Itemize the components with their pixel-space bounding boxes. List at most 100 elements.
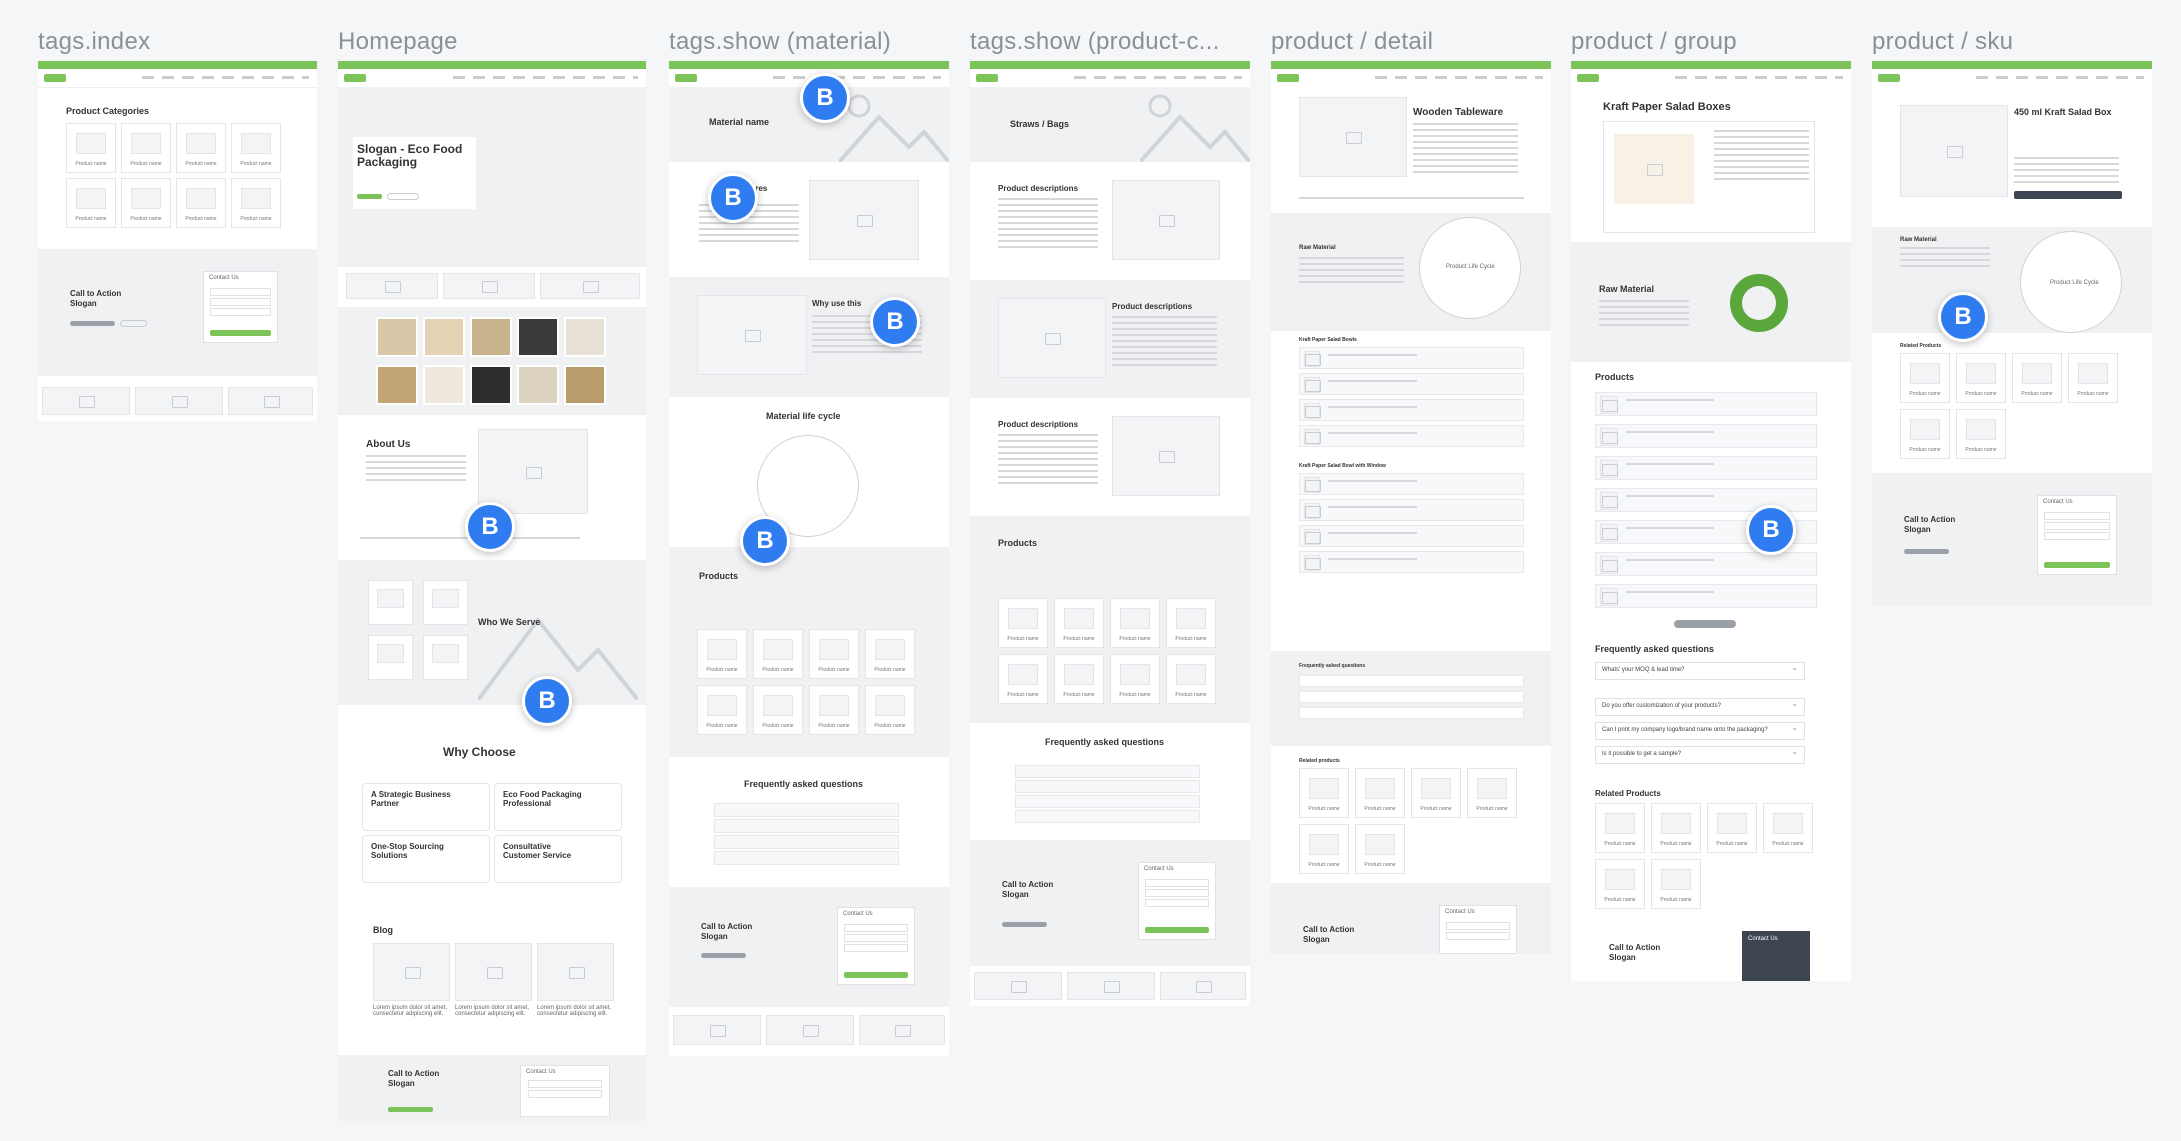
product-row[interactable] — [1299, 525, 1524, 547]
faq-item[interactable]: Whats' your MOQ & lead time? — [1595, 662, 1805, 680]
highlight-tile[interactable] — [540, 273, 640, 299]
gallery-photo[interactable] — [376, 317, 418, 357]
faq-item[interactable] — [1015, 780, 1200, 793]
load-more-button[interactable] — [1674, 620, 1736, 628]
segment-card[interactable] — [368, 580, 413, 625]
nav-links[interactable] — [453, 76, 638, 79]
footer-tile[interactable] — [974, 972, 1062, 1000]
segment-card[interactable] — [368, 635, 413, 680]
frame-product-sku[interactable]: 450 ml Kraft Salad Box Raw Material Prod… — [1872, 61, 2152, 606]
footer-tile[interactable] — [673, 1015, 761, 1045]
contact-form[interactable]: Contact Us — [2037, 495, 2117, 575]
faq-item[interactable]: Do you offer customization of your produ… — [1595, 698, 1805, 716]
nav-links[interactable] — [773, 76, 941, 79]
footer-tile[interactable] — [1160, 972, 1246, 1000]
gallery-photo[interactable] — [376, 365, 418, 405]
product-row[interactable] — [1299, 425, 1524, 447]
category-card[interactable]: Product name — [231, 178, 281, 228]
submit-button[interactable] — [1145, 927, 1209, 933]
product-card[interactable]: Product name — [697, 629, 747, 679]
product-card[interactable]: Product name — [1707, 803, 1757, 853]
bookmark-badge[interactable]: B — [522, 676, 572, 726]
faq-item[interactable] — [1299, 675, 1524, 687]
product-row[interactable] — [1299, 551, 1524, 573]
faq-item[interactable]: Can I print my company logo/brand name o… — [1595, 722, 1805, 740]
faq-item[interactable] — [1015, 810, 1200, 823]
frame-homepage[interactable]: Slogan - Eco Food Packaging About Us Who… — [338, 61, 646, 1121]
cta-primary-button[interactable] — [1904, 549, 1949, 554]
faq-item[interactable] — [1015, 765, 1200, 778]
product-row[interactable] — [1595, 424, 1817, 448]
product-card[interactable]: Product name — [2068, 353, 2118, 403]
product-card[interactable]: Product name — [753, 629, 803, 679]
logo[interactable] — [344, 74, 366, 82]
product-card[interactable]: Product name — [1110, 654, 1160, 704]
product-card[interactable]: Product name — [1651, 803, 1701, 853]
nav-bar[interactable] — [1872, 69, 2152, 88]
product-card[interactable]: Product name — [1110, 598, 1160, 648]
gallery-photo[interactable] — [470, 365, 512, 405]
logo[interactable] — [1277, 74, 1299, 82]
product-card[interactable]: Product name — [998, 654, 1048, 704]
gallery-photo[interactable] — [423, 365, 465, 405]
faq-item[interactable] — [714, 803, 899, 817]
bookmark-badge[interactable]: B — [870, 297, 920, 347]
product-row[interactable] — [1299, 373, 1524, 395]
bookmark-badge[interactable]: B — [740, 516, 790, 566]
nav-links[interactable] — [1976, 76, 2144, 79]
cta-primary-button[interactable] — [1002, 922, 1047, 927]
product-card[interactable]: Product name — [1411, 768, 1461, 818]
product-card[interactable]: Product name — [2012, 353, 2062, 403]
product-card[interactable]: Product name — [1054, 654, 1104, 704]
logo[interactable] — [675, 74, 697, 82]
product-card[interactable]: Product name — [1467, 768, 1517, 818]
product-row[interactable] — [1595, 552, 1817, 576]
logo[interactable] — [976, 74, 998, 82]
faq-item[interactable] — [1299, 707, 1524, 719]
footer-tile[interactable] — [135, 387, 223, 415]
blog-image[interactable] — [455, 943, 532, 1001]
product-card[interactable]: Product name — [1299, 824, 1349, 874]
footer-tile[interactable] — [42, 387, 130, 415]
product-card[interactable]: Product name — [1900, 353, 1950, 403]
product-card[interactable]: Product name — [1956, 409, 2006, 459]
faq-item[interactable] — [1015, 795, 1200, 808]
nav-links[interactable] — [1375, 76, 1543, 79]
gallery-photo[interactable] — [564, 317, 606, 357]
product-card[interactable]: Product name — [1299, 768, 1349, 818]
frame-tags-show-product[interactable]: Straws / Bags Product descriptions Produ… — [970, 61, 1250, 1006]
bookmark-badge[interactable]: B — [708, 173, 758, 223]
contact-form[interactable]: Contact Us — [1138, 862, 1216, 940]
submit-button[interactable] — [844, 972, 908, 978]
product-card[interactable]: Product name — [865, 685, 915, 735]
product-card[interactable]: Product name — [753, 685, 803, 735]
submit-button[interactable] — [209, 330, 272, 336]
bookmark-badge[interactable]: B — [1746, 505, 1796, 555]
category-card[interactable]: Product name — [66, 123, 116, 173]
bookmark-badge[interactable]: B — [800, 73, 850, 123]
contact-form[interactable]: Contact Us — [203, 271, 278, 343]
frame-product-detail[interactable]: Wooden Tableware Raw Material Product Li… — [1271, 61, 1551, 954]
faq-item[interactable] — [714, 835, 899, 849]
gallery-photo[interactable] — [517, 365, 559, 405]
contact-form[interactable]: Contact Us — [837, 907, 915, 985]
footer-tile[interactable] — [766, 1015, 854, 1045]
cta-primary-button[interactable] — [701, 953, 746, 958]
product-row[interactable] — [1595, 392, 1817, 416]
gallery-photo[interactable] — [564, 365, 606, 405]
product-card[interactable]: Product name — [809, 629, 859, 679]
logo[interactable] — [44, 74, 66, 82]
gallery-photo[interactable] — [470, 317, 512, 357]
contact-form[interactable]: Contact Us — [1742, 931, 1810, 981]
nav-bar[interactable] — [1571, 69, 1851, 88]
product-card[interactable]: Product name — [697, 685, 747, 735]
hero-secondary-button[interactable] — [387, 193, 419, 200]
category-card[interactable]: Product name — [231, 123, 281, 173]
product-card[interactable]: Product name — [998, 598, 1048, 648]
bookmark-badge[interactable]: B — [1938, 292, 1988, 342]
nav-links[interactable] — [1675, 76, 1843, 79]
segment-card[interactable] — [423, 635, 468, 680]
product-row[interactable] — [1299, 347, 1524, 369]
faq-item[interactable] — [714, 851, 899, 865]
product-card[interactable]: Product name — [1054, 598, 1104, 648]
